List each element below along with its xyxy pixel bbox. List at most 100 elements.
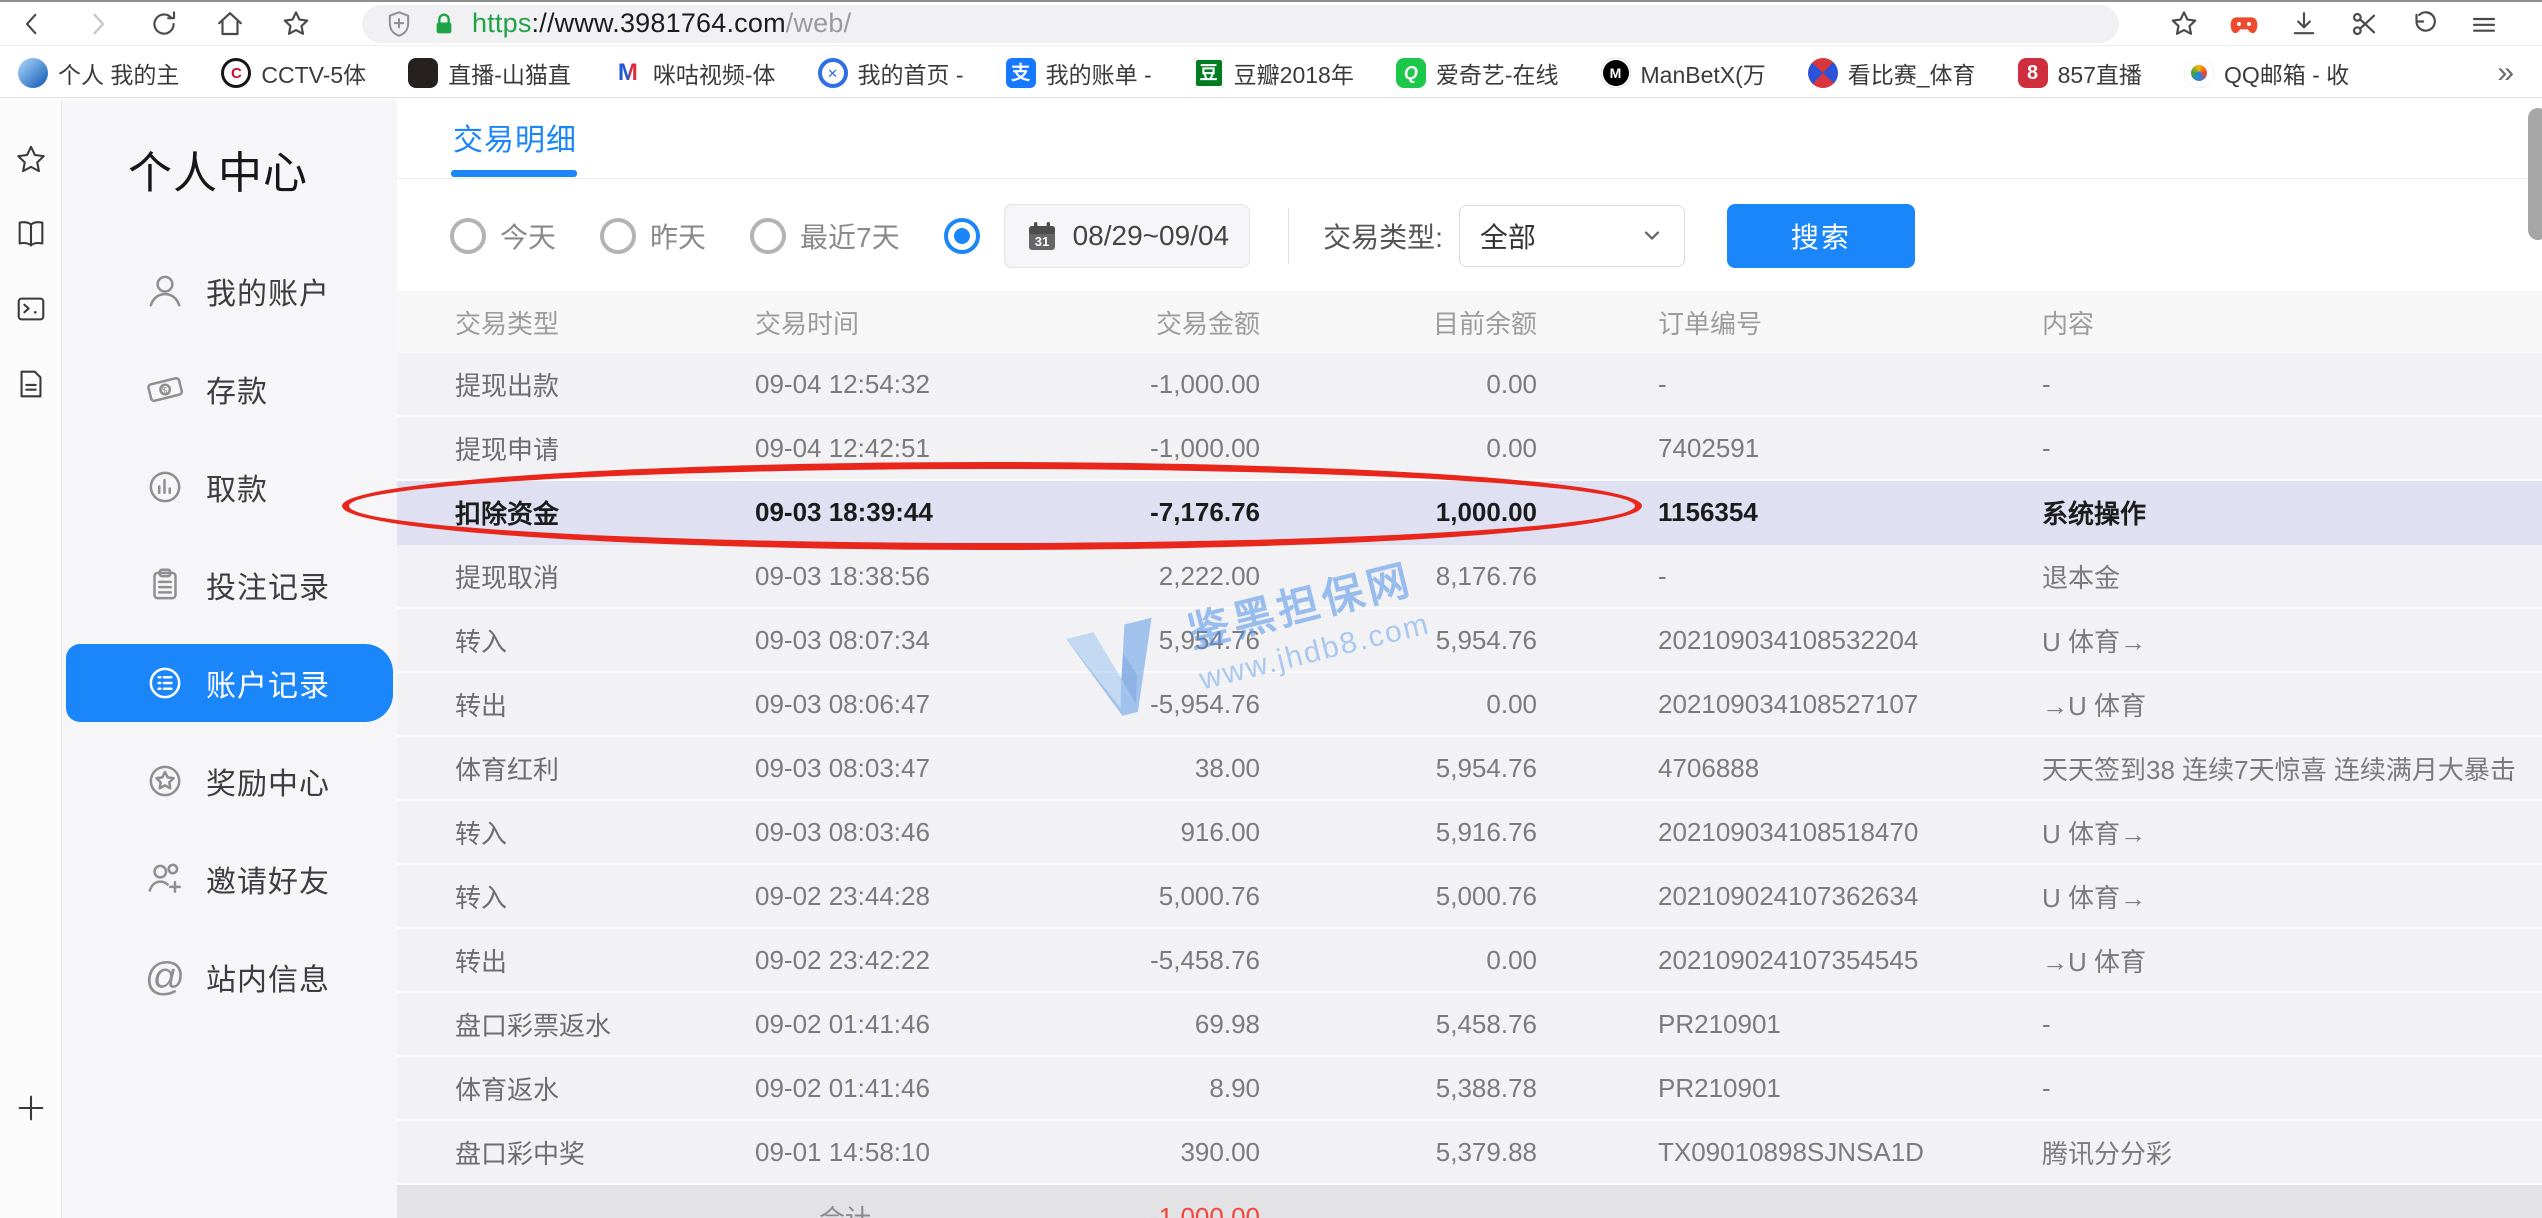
vertical-scrollbar-thumb[interactable]: [2528, 108, 2542, 240]
cell-transaction-amount: -5,954.76: [1065, 689, 1260, 720]
bookmark-item[interactable]: M咪咕视频-体: [613, 56, 776, 90]
cell-content: -: [2042, 369, 2542, 400]
cell-order-number: PR210901: [1537, 1073, 2042, 1104]
radio-custom-range[interactable]: [944, 218, 980, 254]
cell-transaction-type: 转出: [455, 686, 755, 723]
sidebar-item-deposit[interactable]: $ 存款: [62, 340, 397, 438]
sidebar-item-bet-records[interactable]: 投注记录: [62, 536, 397, 634]
bookmarks-overflow-icon[interactable]: »: [2497, 56, 2514, 90]
tab-transaction-details[interactable]: 交易明细: [453, 115, 577, 159]
radio-circle[interactable]: [600, 218, 636, 254]
bookmark-item[interactable]: 支我的账单 -: [1006, 56, 1152, 90]
scissors-icon[interactable]: [2346, 6, 2382, 42]
radio-circle-selected[interactable]: [944, 218, 980, 254]
table-row: 体育返水 09-02 01:41:46 8.90 5,388.78 PR2109…: [397, 1057, 2542, 1121]
cell-content: -: [2042, 433, 2542, 464]
bookmark-item[interactable]: ●QQ邮箱 - 收: [2184, 56, 2349, 90]
back-icon[interactable]: [14, 6, 50, 42]
table-header-cell: 订单编号: [1537, 304, 2042, 341]
menu-icon[interactable]: [2466, 6, 2502, 42]
bookmark-item[interactable]: MManBetX(万: [1601, 56, 1766, 90]
cell-content: →U 体育: [2042, 686, 2542, 723]
radio-today[interactable]: 今天: [450, 216, 556, 256]
extension-gamepad-icon[interactable]: [2226, 6, 2262, 42]
bookmark-star-icon[interactable]: [278, 6, 314, 42]
browser-side-strip: [0, 99, 62, 1218]
douban-favicon: 豆: [1194, 58, 1224, 88]
cctv-favicon: C: [221, 58, 251, 88]
table-header: 交易类型交易时间交易金额目前余额订单编号内容: [397, 291, 2542, 353]
bookmark-item[interactable]: 个人 我的主: [18, 56, 179, 90]
forward-icon[interactable]: [80, 6, 116, 42]
notes-document-icon[interactable]: [14, 367, 48, 401]
bookmark-item[interactable]: Q爱奇艺-在线: [1396, 56, 1559, 90]
undo-icon[interactable]: [2406, 6, 2442, 42]
download-icon[interactable]: [2286, 6, 2322, 42]
cell-transaction-time: 09-03 08:03:47: [755, 753, 1065, 784]
sidebar-item-site-messages[interactable]: @ 站内信息: [62, 928, 397, 1026]
media-panel-icon[interactable]: [14, 292, 48, 326]
bookmark-item[interactable]: 豆豆瓣2018年: [1194, 56, 1354, 90]
sidebar-item-withdraw[interactable]: 取款: [62, 438, 397, 536]
transaction-type-select[interactable]: 全部: [1459, 205, 1685, 267]
cell-transaction-type: 提现取消: [455, 558, 755, 595]
search-button[interactable]: 搜索: [1727, 204, 1915, 268]
radio-circle[interactable]: [750, 218, 786, 254]
svg-text:31: 31: [1034, 234, 1048, 249]
cell-transaction-type: 扣除资金: [455, 494, 755, 531]
reload-icon[interactable]: [146, 6, 182, 42]
sidebar-item-account-records[interactable]: 账户记录: [62, 634, 397, 732]
bookmark-item[interactable]: 8857直播: [2018, 56, 2142, 90]
cell-current-balance: 5,954.76: [1260, 753, 1537, 784]
cell-transaction-amount: 5,954.76: [1065, 625, 1260, 656]
table-row: 体育红利 09-03 08:03:47 38.00 5,954.76 47068…: [397, 737, 2542, 801]
table-header-cell: 交易金额: [1065, 304, 1260, 341]
shield-permissions-icon[interactable]: [384, 9, 414, 39]
cell-transaction-type: 转入: [455, 814, 755, 851]
filter-divider: [1288, 208, 1289, 264]
favorites-star-icon[interactable]: [14, 143, 48, 177]
cell-content: U 体育→: [2042, 814, 2542, 851]
favorite-star-icon[interactable]: [2166, 6, 2202, 42]
857-live-favicon: 8: [2018, 58, 2048, 88]
tab-bar: 交易明细: [397, 99, 2542, 179]
table-row: 提现申请 09-04 12:42:51 -1,000.00 0.00 74025…: [397, 417, 2542, 481]
account-records-panel: 交易明细 今天 昨天 最近7天: [397, 99, 2542, 1218]
cell-content: -: [2042, 1009, 2542, 1040]
table-row: 转入 09-03 08:03:46 916.00 5,916.76 202109…: [397, 801, 2542, 865]
radio-yesterday[interactable]: 昨天: [600, 216, 706, 256]
chevron-down-icon: [1640, 224, 1664, 248]
bookmark-item[interactable]: 看比赛_体育: [1808, 56, 1976, 90]
add-panel-plus-icon[interactable]: [14, 1091, 48, 1125]
home-icon[interactable]: [212, 6, 248, 42]
cell-current-balance: 1,000.00: [1260, 497, 1537, 528]
bookmark-item[interactable]: CCCTV-5体: [221, 56, 366, 90]
address-bar[interactable]: https://www.3981764.com/web/: [362, 5, 2119, 43]
cell-current-balance: 5,000.76: [1260, 881, 1537, 912]
account-records-icon: [144, 662, 186, 704]
calendar-icon: 31: [1025, 219, 1059, 253]
reading-list-book-icon[interactable]: [14, 217, 48, 251]
profile-favicon: [18, 58, 48, 88]
cell-order-number: -: [1537, 561, 2042, 592]
alipay-favicon: 支: [1006, 58, 1036, 88]
sidebar-item-rewards[interactable]: 奖励中心: [62, 732, 397, 830]
sidebar-item-invite-friends[interactable]: 邀请好友: [62, 830, 397, 928]
clipboard-icon: [144, 564, 186, 606]
radio-last-7-days[interactable]: 最近7天: [750, 216, 900, 256]
invite-person-plus-icon: [144, 858, 186, 900]
bookmark-item[interactable]: ✕我的首页 -: [818, 56, 964, 90]
date-range-picker[interactable]: 31 08/29~09/04: [1004, 204, 1251, 268]
cell-transaction-time: 09-01 14:58:10: [755, 1137, 1065, 1168]
cell-order-number: 202109034108532204: [1537, 625, 2042, 656]
sidebar-item-my-account[interactable]: 我的账户: [62, 242, 397, 340]
cell-transaction-amount: 8.90: [1065, 1073, 1260, 1104]
tab-active-underline: [451, 170, 577, 177]
date-range-value: 08/29~09/04: [1073, 220, 1230, 252]
cell-transaction-type: 提现申请: [455, 430, 755, 467]
cell-transaction-amount: 38.00: [1065, 753, 1260, 784]
bookmark-item[interactable]: 直播-山猫直: [408, 56, 571, 90]
cell-transaction-amount: -1,000.00: [1065, 433, 1260, 464]
radio-circle[interactable]: [450, 218, 486, 254]
cell-current-balance: 0.00: [1260, 369, 1537, 400]
